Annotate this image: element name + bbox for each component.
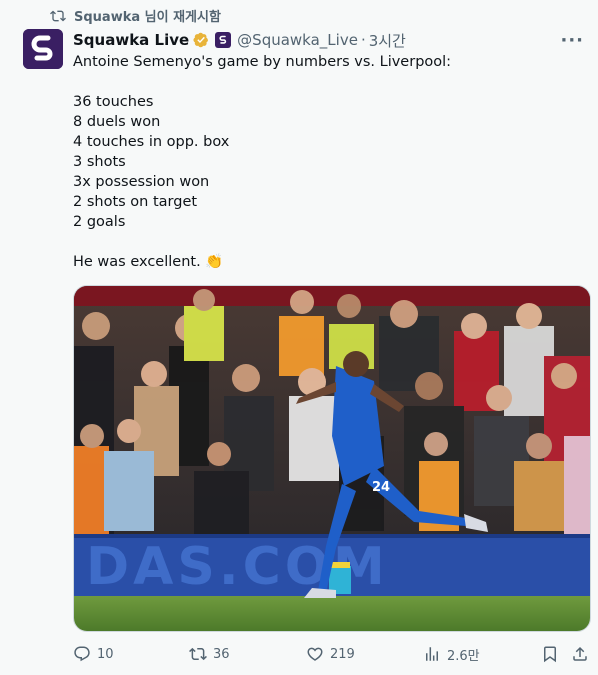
- squawka-logo: [23, 29, 63, 69]
- views-chart-icon: [426, 647, 438, 661]
- shirt-number: 24: [372, 480, 390, 495]
- tweet-media-photo[interactable]: DAS.COM 24: [73, 285, 591, 632]
- separator-dot: ·: [360, 31, 366, 49]
- repost-label: Squawka 님이 재게시함: [74, 10, 221, 25]
- action-bar: 10 36 219 2.6만: [73, 643, 589, 665]
- author-name[interactable]: Squawka Live: [73, 31, 189, 49]
- repost-count: 36: [213, 646, 230, 662]
- heart-icon: [307, 647, 323, 661]
- verified-badge-icon: [193, 32, 209, 48]
- post-time[interactable]: 3시간: [369, 30, 406, 51]
- views-button[interactable]: 2.6만: [423, 645, 480, 664]
- affiliate-badge-icon[interactable]: [215, 32, 232, 48]
- bookmark-button[interactable]: [541, 645, 559, 663]
- like-count: 219: [330, 646, 355, 662]
- tweet-text: Antoine Semenyo's game by numbers vs. Li…: [73, 54, 452, 270]
- reply-count: 10: [97, 646, 114, 662]
- author-handle[interactable]: @Squawka_Live: [237, 31, 358, 49]
- tweet-header: Squawka Live @Squawka_Live · 3시간 ···: [73, 29, 584, 51]
- reply-icon: [74, 646, 90, 662]
- bookmark-icon: [544, 646, 556, 663]
- avatar[interactable]: [23, 29, 63, 69]
- views-count: 2.6만: [447, 648, 480, 664]
- share-icon: [573, 646, 587, 661]
- reply-button[interactable]: 10: [73, 645, 114, 663]
- repost-icon: [189, 647, 207, 661]
- celebration-photo: DAS.COM 24: [74, 286, 590, 631]
- repost-indicator[interactable]: Squawka 님이 재게시함: [50, 6, 221, 25]
- share-button[interactable]: [571, 645, 589, 663]
- repost-button[interactable]: 36: [189, 645, 230, 663]
- more-options-icon[interactable]: ···: [560, 30, 584, 51]
- like-button[interactable]: 219: [306, 645, 355, 663]
- repost-icon: [50, 10, 66, 21]
